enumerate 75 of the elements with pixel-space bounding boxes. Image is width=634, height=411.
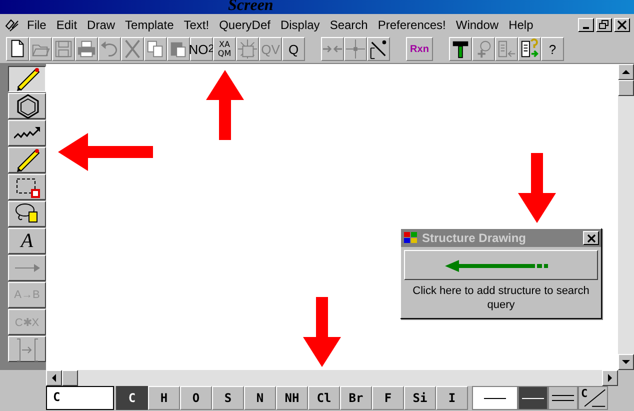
drawing-canvas[interactable]: Structure Drawing Click here to add structure to search query <box>46 64 618 370</box>
listgo-icon <box>519 38 540 60</box>
close-button[interactable] <box>583 231 599 245</box>
menu-item[interactable]: Display <box>275 16 325 34</box>
arrow-icon <box>14 264 40 272</box>
double-bond-icon <box>552 395 574 401</box>
text-tool-button[interactable]: A <box>8 228 46 254</box>
scroll-thumb[interactable] <box>62 370 78 386</box>
close-icon <box>586 234 596 242</box>
annotation-arrow <box>303 297 341 367</box>
toolbar-button[interactable]: Q <box>282 37 305 61</box>
menu-item[interactable]: Text! <box>178 16 214 34</box>
atom-button[interactable]: O <box>180 386 212 410</box>
add-structure-button[interactable] <box>404 250 598 280</box>
atom-button[interactable]: N <box>244 386 276 410</box>
zigzag-tool-button[interactable] <box>8 120 46 146</box>
atom-button[interactable]: Si <box>404 386 436 410</box>
menu-item[interactable]: Help <box>504 16 538 34</box>
atom-button[interactable]: S <box>212 386 244 410</box>
menu-item[interactable]: Search <box>324 16 373 34</box>
scroll-thumb[interactable] <box>618 80 634 96</box>
close-button[interactable] <box>614 18 630 32</box>
menu-item[interactable]: Edit <box>51 16 82 34</box>
annotation-arrow <box>206 70 244 140</box>
dialog-message: Click here to add structure to search query <box>412 284 590 313</box>
menu-item[interactable]: Window <box>450 16 504 34</box>
toolbar-button[interactable]: XA QM <box>213 37 236 61</box>
windows-logo-icon <box>403 231 419 245</box>
pencil-tool-button[interactable] <box>8 66 46 92</box>
atom-button[interactable]: C <box>116 386 148 410</box>
close-icon <box>617 20 627 30</box>
scroll-left-button[interactable] <box>46 370 62 386</box>
print-icon <box>76 38 97 60</box>
scroll-right-button[interactable] <box>602 370 618 386</box>
atom-button[interactable]: H <box>148 386 180 410</box>
zigzag-icon <box>14 127 40 139</box>
minimize-button[interactable] <box>578 18 594 32</box>
menu-item[interactable]: File <box>22 16 52 34</box>
hammer-button[interactable] <box>449 37 472 61</box>
app-logo-icon <box>4 18 20 32</box>
scroll-up-button[interactable] <box>618 64 634 80</box>
annotation-arrow <box>518 153 556 223</box>
double-bond-button[interactable] <box>548 386 578 410</box>
chain-bond-button[interactable]: C <box>578 386 608 410</box>
scroll-down-button[interactable] <box>618 354 634 370</box>
minimize-icon <box>583 26 589 28</box>
menu-item[interactable]: Template <box>120 16 179 34</box>
atom-button[interactable]: F <box>372 386 404 410</box>
center-icon <box>345 38 366 60</box>
left-triangle-icon <box>51 374 57 382</box>
lasso-hand-tool-button[interactable] <box>8 201 46 227</box>
atom-field[interactable]: C <box>46 386 114 410</box>
single-bond-button[interactable] <box>518 386 548 410</box>
menu-item[interactable]: Draw <box>82 16 120 34</box>
list-icon <box>496 38 517 60</box>
restore-button[interactable] <box>596 18 612 32</box>
atom-button[interactable]: Br <box>340 386 372 410</box>
atom-button[interactable]: I <box>436 386 468 410</box>
atom-button[interactable]: Cl <box>308 386 340 410</box>
atom-button[interactable]: NH <box>276 386 308 410</box>
dialog-title: Structure Drawing <box>422 231 526 245</box>
new-button[interactable] <box>6 37 29 61</box>
toolbar-button[interactable]: ? <box>541 37 564 61</box>
burst-icon <box>237 38 258 60</box>
listgo-button[interactable] <box>518 37 541 61</box>
restore-icon <box>599 20 609 30</box>
lasso-box-tool-button[interactable] <box>8 174 46 200</box>
hexagon-tool-button[interactable] <box>8 93 46 119</box>
down-triangle-icon <box>622 359 630 365</box>
menu-item[interactable]: Preferences! <box>372 16 451 34</box>
up-triangle-icon <box>622 69 630 75</box>
save-icon <box>53 38 74 60</box>
menu-item[interactable]: QueryDef <box>214 16 276 34</box>
right-triangle-icon <box>607 374 613 382</box>
reaction-button[interactable]: Rxn <box>406 37 433 61</box>
